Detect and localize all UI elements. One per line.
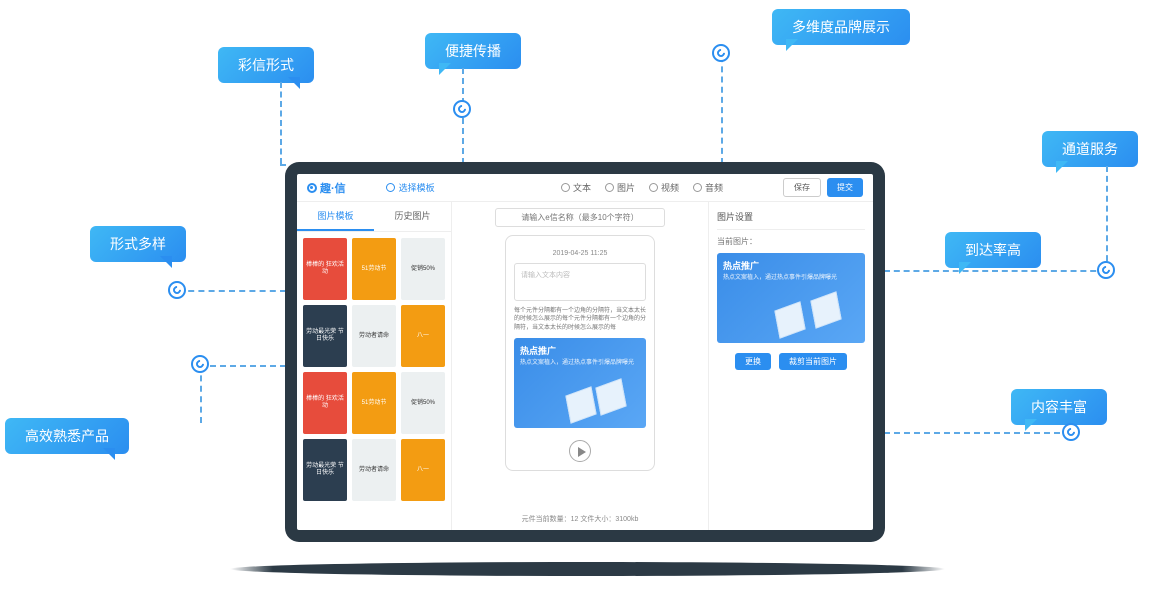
- node-icon: [1062, 423, 1080, 441]
- center-preview: 2019-04-25 11:25 请输入文本内容 每个元件分隔都有一个边角的分隔…: [452, 202, 708, 530]
- preview-hero-title: 热点推广: [520, 344, 640, 357]
- brand-text: 趣·信: [320, 180, 346, 196]
- connector: [280, 82, 282, 164]
- preview-text-input[interactable]: 请输入文本内容: [514, 263, 646, 301]
- left-panel: 图片模板 历史图片 棒棒的 狂欢活动51劳动节促销50%劳动最光荣 节日快乐劳动…: [297, 202, 452, 530]
- template-grid[interactable]: 棒棒的 狂欢活动51劳动节促销50%劳动最光荣 节日快乐劳动者请命八一棒棒的 狂…: [297, 232, 451, 530]
- isometric-art: [769, 289, 859, 339]
- connector: [1106, 166, 1108, 271]
- replace-button[interactable]: 更换: [735, 353, 771, 370]
- connector: [178, 290, 286, 292]
- right-panel: 图片设置 当前图片： 热点推广 热点文案植入，通过热点事件引爆品牌曝光 更换 裁…: [708, 202, 873, 530]
- logo-icon: [307, 183, 317, 193]
- seg-image-label: 图片: [617, 181, 635, 194]
- template-thumb[interactable]: 51劳动节: [352, 238, 396, 300]
- template-thumb[interactable]: 劳动者请命: [352, 439, 396, 501]
- template-thumb[interactable]: 棒棒的 狂欢活动: [303, 238, 347, 300]
- seg-audio-label: 音频: [705, 181, 723, 194]
- template-thumb[interactable]: 劳动最光荣 节日快乐: [303, 305, 347, 367]
- current-hero-title: 热点推广: [723, 259, 859, 272]
- text-icon: [561, 183, 570, 192]
- template-thumb[interactable]: 八一: [401, 305, 445, 367]
- template-thumb[interactable]: 棒棒的 狂欢活动: [303, 372, 347, 434]
- left-tabs: 图片模板 历史图片: [297, 202, 451, 232]
- image-icon: [605, 183, 614, 192]
- node-icon: [453, 100, 471, 118]
- image-settings-heading: 图片设置: [717, 210, 865, 230]
- node-icon: [1097, 261, 1115, 279]
- seg-text-label: 文本: [573, 181, 591, 194]
- current-hero-sub: 热点文案植入，通过热点事件引爆品牌曝光: [723, 272, 859, 281]
- connector: [884, 270, 1106, 272]
- preview-hero[interactable]: 热点推广 热点文案植入，通过热点事件引爆品牌曝光: [514, 338, 646, 428]
- feature-spread: 便捷传播: [425, 33, 521, 69]
- tab-image-templates[interactable]: 图片模板: [297, 202, 374, 231]
- connector: [200, 365, 286, 367]
- action-buttons: 保存 提交: [783, 178, 863, 197]
- preview-stats: 元件当前数量：12 文件大小：3100kb: [522, 508, 639, 524]
- select-template-label: 选择模板: [399, 181, 435, 194]
- isometric-art: [560, 374, 640, 424]
- template-thumb[interactable]: 促销50%: [401, 372, 445, 434]
- seg-audio[interactable]: 音频: [693, 181, 723, 194]
- current-image-label: 当前图片：: [717, 236, 865, 247]
- template-thumb[interactable]: 促销50%: [401, 238, 445, 300]
- tab-history-images[interactable]: 历史图片: [374, 202, 451, 231]
- preview-hero-sub: 热点文案植入，通过热点事件引爆品牌曝光: [520, 357, 640, 366]
- app-logo: 趣·信: [307, 180, 346, 196]
- feature-channel: 通道服务: [1042, 131, 1138, 167]
- submit-button[interactable]: 提交: [827, 178, 863, 197]
- laptop-frame: 趣·信 选择模板 文本 图片 视频 音频 保存 提交 图片模板 历史图片 棒棒的…: [285, 162, 885, 542]
- node-icon: [712, 44, 730, 62]
- app-screen: 趣·信 选择模板 文本 图片 视频 音频 保存 提交 图片模板 历史图片 棒棒的…: [297, 174, 873, 530]
- preview-date: 2019-04-25 11:25: [514, 250, 646, 257]
- seg-video[interactable]: 视频: [649, 181, 679, 194]
- node-icon: [168, 281, 186, 299]
- node-icon: [191, 355, 209, 373]
- template-icon: [386, 183, 395, 192]
- seg-image[interactable]: 图片: [605, 181, 635, 194]
- seg-text[interactable]: 文本: [561, 181, 591, 194]
- feature-brand: 多维度品牌展示: [772, 9, 910, 45]
- image-action-row: 更换 裁剪当前图片: [717, 353, 865, 370]
- connector: [721, 46, 723, 164]
- phone-preview: 2019-04-25 11:25 请输入文本内容 每个元件分隔都有一个边角的分隔…: [505, 235, 655, 471]
- connector: [884, 432, 1070, 434]
- seg-video-label: 视频: [661, 181, 679, 194]
- feature-rich: 内容丰富: [1011, 389, 1107, 425]
- crop-button[interactable]: 裁剪当前图片: [779, 353, 847, 370]
- feature-efficient: 高效熟悉产品: [5, 418, 129, 454]
- template-thumb[interactable]: 劳动最光荣 节日快乐: [303, 439, 347, 501]
- save-button[interactable]: 保存: [783, 178, 821, 197]
- laptop-shadow: [230, 562, 945, 576]
- exin-name-input[interactable]: [495, 208, 665, 227]
- feature-forms: 形式多样: [90, 226, 186, 262]
- select-template-btn[interactable]: 选择模板: [386, 181, 435, 194]
- content-type-segments: 文本 图片 视频 音频: [561, 181, 723, 194]
- connector: [200, 365, 202, 423]
- feature-mms: 彩信形式: [218, 47, 314, 83]
- video-icon: [649, 183, 658, 192]
- template-thumb[interactable]: 劳动者请命: [352, 305, 396, 367]
- current-image-preview: 热点推广 热点文案植入，通过热点事件引爆品牌曝光: [717, 253, 865, 343]
- template-thumb[interactable]: 51劳动节: [352, 372, 396, 434]
- screen-body: 图片模板 历史图片 棒棒的 狂欢活动51劳动节促销50%劳动最光荣 节日快乐劳动…: [297, 202, 873, 530]
- play-icon[interactable]: [569, 440, 591, 462]
- preview-paragraph: 每个元件分隔都有一个边角的分隔符，当文本太长的时候怎么展示的每个元件分隔都有一个…: [514, 307, 646, 332]
- audio-icon: [693, 183, 702, 192]
- feature-reach: 到达率高: [945, 232, 1041, 268]
- template-thumb[interactable]: 八一: [401, 439, 445, 501]
- topbar: 趣·信 选择模板 文本 图片 视频 音频 保存 提交: [297, 174, 873, 202]
